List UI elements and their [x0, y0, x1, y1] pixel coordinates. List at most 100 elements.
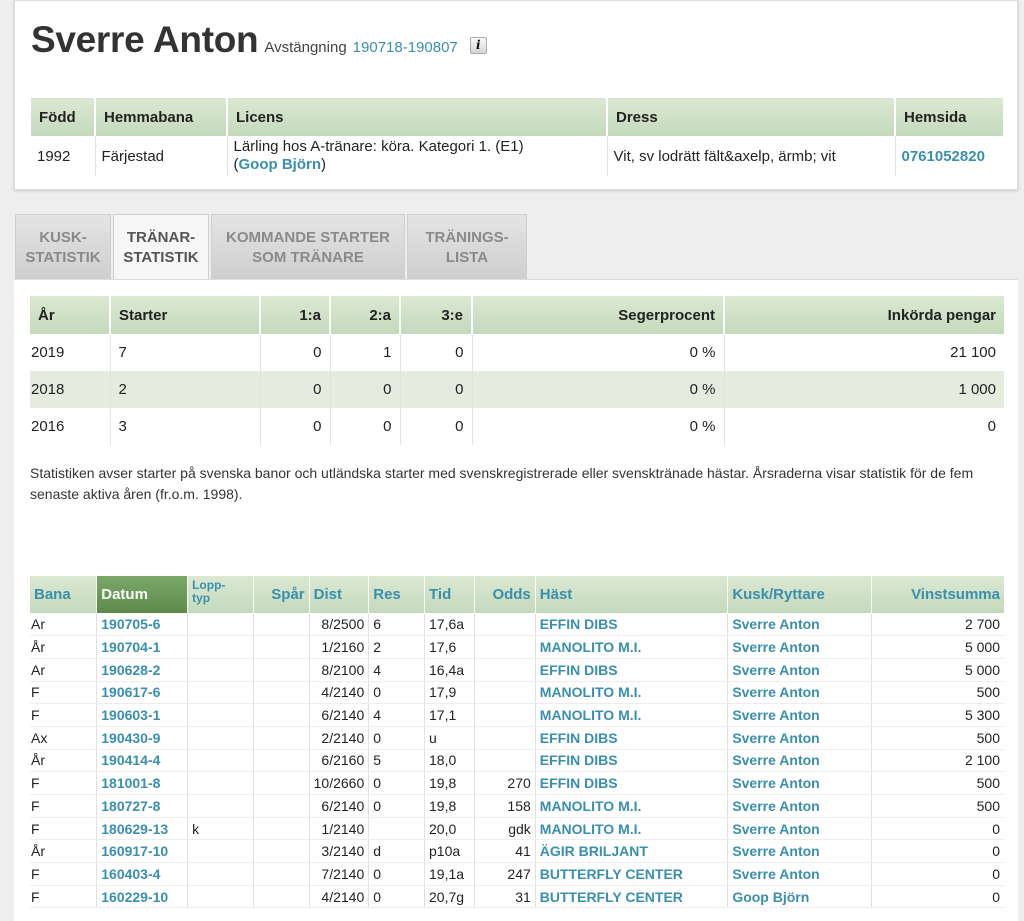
cell-time: 17,9 — [424, 681, 475, 705]
cell-date-link[interactable]: 190617-6 — [96, 681, 189, 705]
cell-date-link[interactable]: 181001-8 — [96, 771, 189, 795]
header-home-track: Hemmabana — [95, 98, 228, 136]
header-dress: Dress — [607, 98, 896, 136]
cell-horse-link[interactable]: EFFIN DIBS — [535, 726, 729, 750]
cell-horse-link[interactable]: EFFIN DIBS — [535, 658, 729, 682]
cell-track: År — [30, 749, 98, 773]
cell-prize: 500 — [871, 794, 1004, 818]
header-second: 2:a — [330, 296, 401, 334]
cell-distance: 3/2140 — [309, 839, 370, 864]
tab-label-line2: STATISTIK — [123, 248, 199, 266]
cell-odds — [474, 726, 536, 750]
cell-date-link[interactable]: 190705-6 — [96, 613, 189, 637]
col-time[interactable]: Tid — [424, 576, 475, 613]
tab-upcoming-starts[interactable]: KOMMANDE STARTER SOM TRÄNARE — [211, 214, 405, 280]
tab-driver-statistics[interactable]: KUSK- STATISTIK — [15, 214, 111, 280]
cell-driver-link[interactable]: Sverre Anton — [727, 681, 872, 705]
col-driver[interactable]: Kusk/Ryttare — [727, 576, 872, 613]
cell-driver-link[interactable]: Sverre Anton — [727, 817, 872, 841]
license-trainer-link[interactable]: Goop Björn — [239, 156, 322, 173]
cell-result: 0 — [368, 862, 426, 886]
col-result[interactable]: Res — [368, 576, 426, 613]
cell-driver-link[interactable]: Sverre Anton — [727, 749, 872, 773]
cell-post — [253, 771, 310, 795]
cell-horse-link[interactable]: EFFIN DIBS — [535, 771, 729, 795]
cell-post — [253, 885, 310, 909]
cell-odds — [474, 658, 536, 682]
cell-driver-link[interactable]: Sverre Anton — [727, 613, 872, 637]
header-homepage: Hemsida — [895, 98, 1003, 136]
col-post[interactable]: Spår — [253, 576, 310, 613]
cell-horse-link[interactable]: BUTTERFLY CENTER — [535, 885, 729, 909]
license-text: Lärling hos A-tränare: köra. Kategori 1.… — [233, 138, 524, 155]
cell-thirds: 0 — [400, 371, 473, 408]
cell-prize: 0 — [871, 885, 1004, 909]
cell-date-link[interactable]: 190603-1 — [96, 703, 189, 727]
cell-date-link[interactable]: 180727-8 — [96, 794, 189, 818]
cell-horse-link[interactable]: MANOLITO M.I. — [535, 681, 729, 705]
cell-driver-link[interactable]: Sverre Anton — [727, 862, 872, 886]
cell-prize: 2 100 — [871, 749, 1004, 773]
cell-earnings: 21 100 — [950, 344, 996, 361]
cell-driver-link[interactable]: Sverre Anton — [727, 635, 872, 659]
cell-race-type — [187, 635, 254, 659]
cell-driver-link[interactable]: Sverre Anton — [727, 771, 872, 795]
homepage-cell: 0761052820 — [895, 136, 1003, 176]
cell-post — [253, 635, 310, 659]
cell-driver-link[interactable]: Sverre Anton — [727, 658, 872, 682]
cell-track: F — [30, 862, 98, 886]
cell-driver-link[interactable]: Sverre Anton — [727, 703, 872, 727]
col-prize[interactable]: Vinstsumma — [871, 576, 1004, 613]
cell-result: 4 — [368, 703, 426, 727]
start-row: F 160403-4 7/2140 0 19,1a 247 BUTTERFLY CENTER… — [30, 862, 1004, 886]
header-first: 1:a — [260, 296, 331, 334]
tab-trainer-statistics[interactable]: TRÄNAR- STATISTIK — [113, 214, 209, 280]
cell-driver-link[interactable]: Sverre Anton — [727, 839, 872, 864]
col-odds[interactable]: Odds — [474, 576, 536, 613]
cell-time: 16,4a — [424, 658, 475, 682]
cell-date-link[interactable]: 180629-13 — [96, 817, 189, 841]
col-horse[interactable]: Häst — [535, 576, 729, 613]
cell-prize: 500 — [871, 681, 1004, 705]
cell-horse-link[interactable]: MANOLITO M.I. — [535, 817, 729, 841]
col-date[interactable]: Datum — [96, 576, 189, 613]
cell-win-percent: 0 % — [472, 334, 725, 371]
cell-race-type — [187, 862, 254, 886]
cell-horse-link[interactable]: MANOLITO M.I. — [535, 635, 729, 659]
cell-time: p10a — [424, 839, 475, 864]
homepage-link[interactable]: 0761052820 — [902, 148, 985, 165]
cell-horse-link[interactable]: MANOLITO M.I. — [535, 794, 729, 818]
cell-result: 2 — [368, 635, 426, 659]
cell-date-link[interactable]: 160403-4 — [96, 862, 189, 886]
col-track[interactable]: Bana — [30, 576, 98, 613]
cell-horse-link[interactable]: EFFIN DIBS — [535, 613, 729, 637]
cell-driver-link[interactable]: Sverre Anton — [727, 794, 872, 818]
cell-result: 0 — [368, 885, 426, 909]
cell-date-link[interactable]: 190414-4 — [96, 749, 189, 773]
cell-date-link[interactable]: 160229-10 — [96, 885, 189, 909]
col-distance[interactable]: Dist — [309, 576, 370, 613]
cell-time: 19,1a — [424, 862, 475, 886]
cell-win-percent: 0 % — [472, 371, 725, 408]
suspension-period-link[interactable]: 190718-190807 — [353, 39, 458, 56]
cell-horse-link[interactable]: MANOLITO M.I. — [535, 703, 729, 727]
col-race-type[interactable]: Lopp-typ — [187, 576, 254, 613]
cell-firsts: 0 — [260, 371, 331, 408]
starts-table: Bana Datum Lopp-typ Spår Dist Res Tid Od… — [30, 576, 1004, 909]
cell-horse-link[interactable]: ÄGIR BRILJANT — [535, 839, 729, 864]
year-row: 2016 3 0 0 0 0 % 0 — [30, 408, 1004, 445]
cell-driver-link[interactable]: Sverre Anton — [727, 726, 872, 750]
cell-horse-link[interactable]: EFFIN DIBS — [535, 749, 729, 773]
cell-date-link[interactable]: 190704-1 — [96, 635, 189, 659]
cell-date-link[interactable]: 160917-10 — [96, 839, 189, 864]
cell-driver-link[interactable]: Goop Björn — [727, 885, 872, 909]
cell-horse-link[interactable]: BUTTERFLY CENTER — [535, 862, 729, 886]
info-icon[interactable]: i — [469, 37, 487, 54]
cell-date-link[interactable]: 190430-9 — [96, 726, 189, 750]
cell-starts: 7 — [110, 334, 261, 371]
cell-date-link[interactable]: 190628-2 — [96, 658, 189, 682]
year-row: 2018 2 0 0 0 0 % 1 000 — [30, 371, 1004, 408]
cell-result: 0 — [368, 794, 426, 818]
tab-training-list[interactable]: TRÄNINGS- LISTA — [407, 214, 527, 280]
cell-track: Ar — [30, 658, 98, 682]
